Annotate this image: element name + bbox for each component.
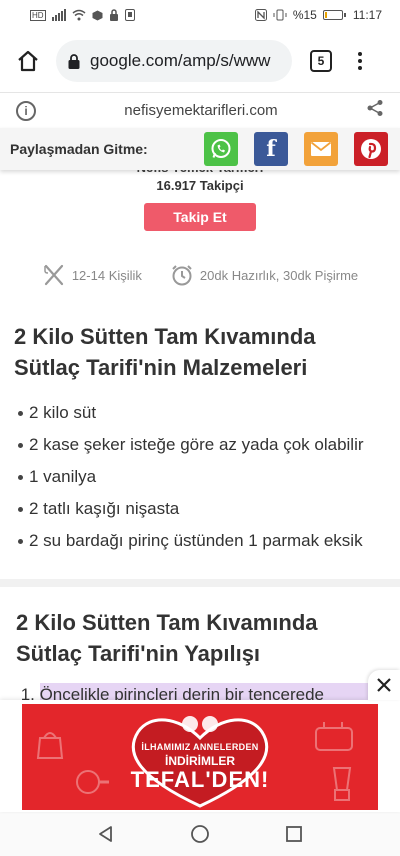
email-icon [310,141,332,156]
ingredients-list: 2 kilo süt 2 kase şeker isteğe göre az y… [0,397,400,557]
info-icon[interactable]: i [16,100,36,121]
back-triangle-icon [99,826,112,842]
article-content: Nefis Yemek Tarifleri 16.917 Takipçi Tak… [0,150,400,731]
ad-line-3: TEFAL'DEN! [130,767,270,792]
url-text: google.com/amp/s/www [90,51,271,70]
overflow-menu-button[interactable] [352,52,368,70]
home-icon [18,50,38,72]
address-bar[interactable]: google.com/amp/s/www [56,40,292,82]
lock-icon [68,53,80,69]
ad-container: İLHAMIMIZ ANNELERDEN İNDİRİMLER TEFAL'DE… [0,700,400,812]
section-divider [0,579,400,587]
browser-toolbar: google.com/amp/s/www 5 [0,30,400,92]
pinterest-share-button[interactable] [354,132,388,166]
steps-title: 2 Kilo Sütten Tam Kıvamında Sütlaç Tarif… [16,610,318,666]
box-icon [92,10,103,21]
ad-banner[interactable]: İLHAMIMIZ ANNELERDEN İNDİRİMLER TEFAL'DE… [22,704,378,810]
whatsapp-icon [211,139,231,158]
follow-button[interactable]: Takip Et [144,203,256,231]
more-vert-icon [358,52,362,56]
recipe-meta: 12-14 Kişilik 20dk Hazırlık, 30dk Pişirm… [0,263,400,287]
servings-meta: 12-14 Kişilik [42,263,142,287]
home-button[interactable] [10,43,46,79]
list-item: 2 kilo süt [18,397,382,429]
facebook-icon: f [266,136,276,162]
ad-line-2: İNDİRİMLER [165,754,235,768]
list-item: 2 tatlı kaşığı nişasta [18,493,382,525]
notification-icon [124,9,135,21]
tab-switcher-button[interactable]: 5 [310,50,332,72]
back-button[interactable] [94,822,118,846]
alarm-clock-icon [172,265,192,286]
share-bar: Paylaşmadan Gitme: f [0,128,400,170]
share-label: Paylaşmadan Gitme: [10,141,148,157]
home-circle-icon [191,825,209,843]
ad-line-1: İLHAMIMIZ ANNELERDEN [141,742,259,752]
status-bar: HD %15 11:17 [0,0,400,30]
ad-close-button[interactable] [368,670,400,700]
close-icon [377,678,391,692]
recents-button[interactable] [282,822,306,846]
cutlery-icon [44,264,63,286]
battery-percent: %15 [292,8,317,22]
follower-count: 16.917 Takipçi [156,178,244,193]
status-icons-left: HD [30,9,135,21]
list-item: 2 su bardağı pirinç üstünden 1 parmak ek… [18,525,382,557]
recents-square-icon [286,826,302,842]
status-icons-right: %15 11:17 [254,8,382,22]
vibrate-icon [273,9,287,21]
amp-header: i nefisyemektarifleri.com [0,92,400,128]
email-share-button[interactable] [304,132,338,166]
amp-domain: nefisyemektarifleri.com [124,102,278,119]
battery-level [324,12,327,18]
clock: 11:17 [352,8,382,22]
whatsapp-share-button[interactable] [204,132,238,166]
lock-status-icon [109,9,119,21]
ingredients-title: 2 Kilo Sütten Tam Kıvamında Sütlaç Tarif… [14,324,316,380]
list-item: 2 kase şeker isteğe göre az yada çok ola… [18,429,382,461]
battery-icon [322,10,346,20]
nfc-icon [254,9,267,21]
pinterest-icon [361,139,381,159]
time-meta: 20dk Hazırlık, 30dk Pişirme [170,263,358,287]
signal-icon [51,9,66,21]
system-nav-bar [0,812,400,856]
servings-text: 12-14 Kişilik [71,267,142,283]
facebook-share-button[interactable]: f [254,132,288,166]
wifi-icon [72,9,86,21]
hd-icon: HD [30,9,46,21]
list-item: 1 vanilya [18,461,382,493]
time-text: 20dk Hazırlık, 30dk Pişirme [199,267,359,283]
home-nav-button[interactable] [188,822,212,846]
share-icon[interactable] [366,99,384,122]
